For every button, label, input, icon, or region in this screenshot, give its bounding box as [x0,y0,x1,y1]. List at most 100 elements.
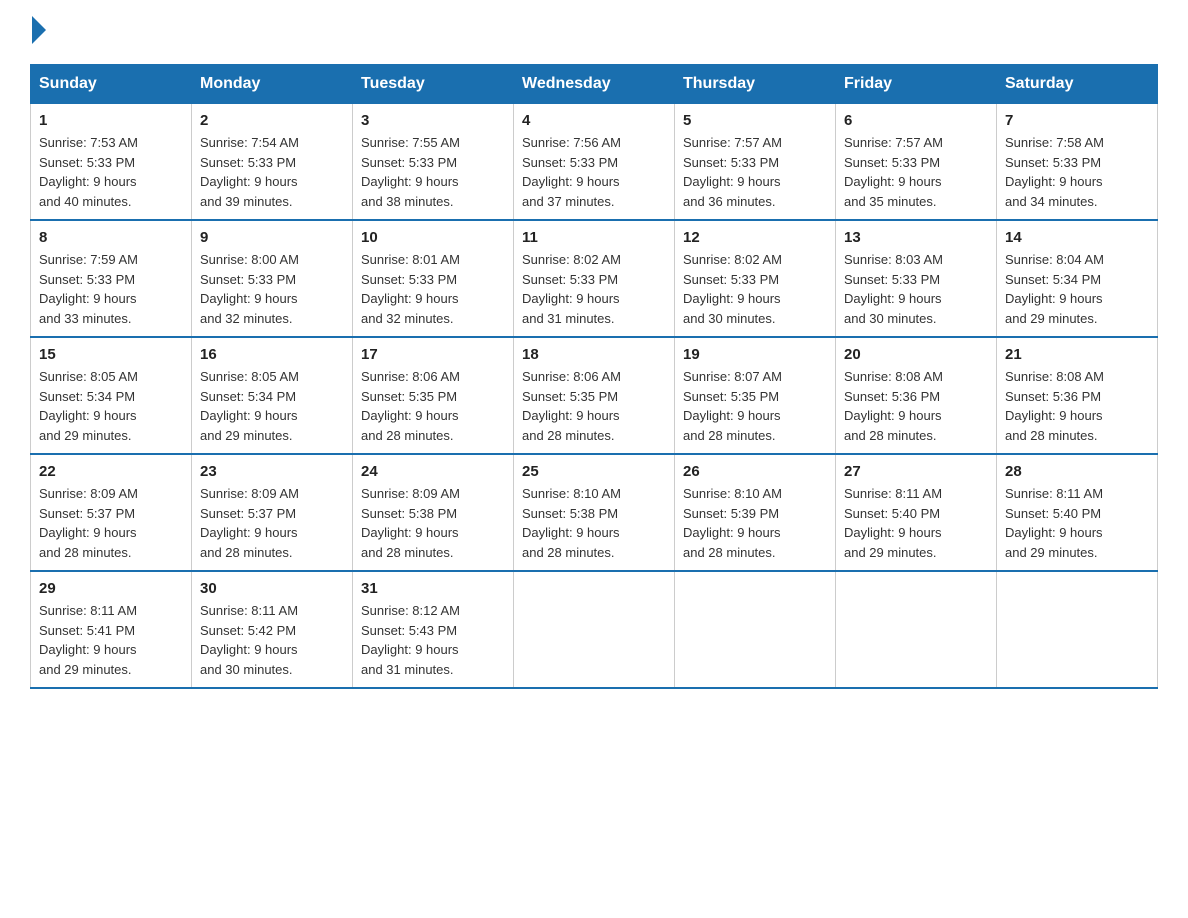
calendar-cell: 23 Sunrise: 8:09 AMSunset: 5:37 PMDayligh… [192,454,353,571]
calendar-cell: 4 Sunrise: 7:56 AMSunset: 5:33 PMDaylight… [514,104,675,221]
day-info: Sunrise: 8:10 AMSunset: 5:38 PMDaylight:… [522,484,666,562]
day-info: Sunrise: 8:02 AMSunset: 5:33 PMDaylight:… [522,250,666,328]
calendar-week-row: 22 Sunrise: 8:09 AMSunset: 5:37 PMDayligh… [31,454,1158,571]
day-info: Sunrise: 8:11 AMSunset: 5:40 PMDaylight:… [844,484,988,562]
calendar-cell: 3 Sunrise: 7:55 AMSunset: 5:33 PMDaylight… [353,104,514,221]
day-number: 21 [1005,346,1149,363]
calendar-cell: 2 Sunrise: 7:54 AMSunset: 5:33 PMDaylight… [192,104,353,221]
day-number: 25 [522,463,666,480]
calendar-cell: 17 Sunrise: 8:06 AMSunset: 5:35 PMDayligh… [353,337,514,454]
logo [30,20,48,44]
calendar-week-row: 29 Sunrise: 8:11 AMSunset: 5:41 PMDayligh… [31,571,1158,688]
calendar-cell: 9Sunrise: 8:00 AMSunset: 5:33 PMDaylight… [192,220,353,337]
calendar-cell: 16 Sunrise: 8:05 AMSunset: 5:34 PMDayligh… [192,337,353,454]
calendar-cell: 22Sunrise: 8:09 AMSunset: 5:37 PMDayligh… [31,454,192,571]
day-number: 15 [39,346,183,363]
day-number: 3 [361,112,505,129]
calendar-cell: 27 Sunrise: 8:11 AMSunset: 5:40 PMDayligh… [836,454,997,571]
day-number: 27 [844,463,988,480]
calendar-table: SundayMondayTuesdayWednesdayThursdayFrid… [30,64,1158,689]
day-info: Sunrise: 8:08 AMSunset: 5:36 PMDaylight:… [844,367,988,445]
day-info: Sunrise: 7:54 AMSunset: 5:33 PMDaylight:… [200,133,344,211]
day-number: 22 [39,463,183,480]
day-number: 2 [200,112,344,129]
weekday-header-row: SundayMondayTuesdayWednesdayThursdayFrid… [31,65,1158,104]
day-info: Sunrise: 8:09 AMSunset: 5:38 PMDaylight:… [361,484,505,562]
calendar-cell: 24 Sunrise: 8:09 AMSunset: 5:38 PMDayligh… [353,454,514,571]
calendar-cell: 31 Sunrise: 8:12 AMSunset: 5:43 PMDayligh… [353,571,514,688]
day-number: 19 [683,346,827,363]
calendar-week-row: 1 Sunrise: 7:53 AMSunset: 5:33 PMDaylight… [31,104,1158,221]
day-info: Sunrise: 7:56 AMSunset: 5:33 PMDaylight:… [522,133,666,211]
calendar-cell: 20 Sunrise: 8:08 AMSunset: 5:36 PMDayligh… [836,337,997,454]
weekday-header-friday: Friday [836,65,997,104]
calendar-cell: 13 Sunrise: 8:03 AMSunset: 5:33 PMDayligh… [836,220,997,337]
day-number: 17 [361,346,505,363]
weekday-header-wednesday: Wednesday [514,65,675,104]
calendar-cell: 26Sunrise: 8:10 AMSunset: 5:39 PMDayligh… [675,454,836,571]
day-number: 31 [361,580,505,597]
day-info: Sunrise: 8:04 AMSunset: 5:34 PMDaylight:… [1005,250,1149,328]
day-info: Sunrise: 7:55 AMSunset: 5:33 PMDaylight:… [361,133,505,211]
day-number: 10 [361,229,505,246]
calendar-cell: 19 Sunrise: 8:07 AMSunset: 5:35 PMDayligh… [675,337,836,454]
calendar-cell: 8Sunrise: 7:59 AMSunset: 5:33 PMDaylight… [31,220,192,337]
calendar-cell: 28 Sunrise: 8:11 AMSunset: 5:40 PMDayligh… [997,454,1158,571]
day-number: 4 [522,112,666,129]
day-info: Sunrise: 7:57 AMSunset: 5:33 PMDaylight:… [683,133,827,211]
calendar-cell: 10 Sunrise: 8:01 AMSunset: 5:33 PMDayligh… [353,220,514,337]
day-number: 1 [39,112,183,129]
calendar-cell: 15Sunrise: 8:05 AMSunset: 5:34 PMDayligh… [31,337,192,454]
weekday-header-saturday: Saturday [997,65,1158,104]
day-info: Sunrise: 8:07 AMSunset: 5:35 PMDaylight:… [683,367,827,445]
day-info: Sunrise: 8:03 AMSunset: 5:33 PMDaylight:… [844,250,988,328]
day-info: Sunrise: 8:10 AMSunset: 5:39 PMDaylight:… [683,484,827,562]
calendar-week-row: 8Sunrise: 7:59 AMSunset: 5:33 PMDaylight… [31,220,1158,337]
calendar-cell [997,571,1158,688]
weekday-header-thursday: Thursday [675,65,836,104]
day-info: Sunrise: 8:06 AMSunset: 5:35 PMDaylight:… [361,367,505,445]
day-number: 5 [683,112,827,129]
day-number: 20 [844,346,988,363]
day-info: Sunrise: 8:05 AMSunset: 5:34 PMDaylight:… [200,367,344,445]
day-number: 12 [683,229,827,246]
weekday-header-monday: Monday [192,65,353,104]
day-number: 30 [200,580,344,597]
day-number: 23 [200,463,344,480]
day-number: 7 [1005,112,1149,129]
calendar-cell: 1 Sunrise: 7:53 AMSunset: 5:33 PMDaylight… [31,104,192,221]
calendar-cell: 11 Sunrise: 8:02 AMSunset: 5:33 PMDayligh… [514,220,675,337]
calendar-cell: 25 Sunrise: 8:10 AMSunset: 5:38 PMDayligh… [514,454,675,571]
day-number: 16 [200,346,344,363]
day-number: 14 [1005,229,1149,246]
calendar-cell: 7Sunrise: 7:58 AMSunset: 5:33 PMDaylight… [997,104,1158,221]
calendar-cell [514,571,675,688]
day-number: 13 [844,229,988,246]
day-info: Sunrise: 8:09 AMSunset: 5:37 PMDaylight:… [200,484,344,562]
day-number: 24 [361,463,505,480]
day-info: Sunrise: 8:12 AMSunset: 5:43 PMDaylight:… [361,601,505,679]
day-number: 28 [1005,463,1149,480]
calendar-cell [675,571,836,688]
calendar-cell: 18 Sunrise: 8:06 AMSunset: 5:35 PMDayligh… [514,337,675,454]
day-info: Sunrise: 8:11 AMSunset: 5:42 PMDaylight:… [200,601,344,679]
calendar-cell [836,571,997,688]
calendar-cell: 21 Sunrise: 8:08 AMSunset: 5:36 PMDayligh… [997,337,1158,454]
day-info: Sunrise: 8:06 AMSunset: 5:35 PMDaylight:… [522,367,666,445]
calendar-cell: 14 Sunrise: 8:04 AMSunset: 5:34 PMDayligh… [997,220,1158,337]
day-info: Sunrise: 7:57 AMSunset: 5:33 PMDaylight:… [844,133,988,211]
calendar-week-row: 15 Sunrise: 8:05 AMSunset: 5:34 PMDayligh… [31,337,1158,454]
day-info: Sunrise: 8:08 AMSunset: 5:36 PMDaylight:… [1005,367,1149,445]
weekday-header-tuesday: Tuesday [353,65,514,104]
calendar-cell: 12Sunrise: 8:02 AMSunset: 5:33 PMDayligh… [675,220,836,337]
day-info: Sunrise: 7:53 AMSunset: 5:33 PMDaylight:… [39,133,183,211]
day-number: 18 [522,346,666,363]
weekday-header-sunday: Sunday [31,65,192,104]
day-info: Sunrise: 8:11 AMSunset: 5:41 PMDaylight:… [39,601,183,679]
day-info: Sunrise: 8:00 AMSunset: 5:33 PMDaylight:… [200,250,344,328]
calendar-cell: 6Sunrise: 7:57 AMSunset: 5:33 PMDaylight… [836,104,997,221]
day-info: Sunrise: 8:01 AMSunset: 5:33 PMDaylight:… [361,250,505,328]
day-number: 11 [522,229,666,246]
day-info: Sunrise: 8:11 AMSunset: 5:40 PMDaylight:… [1005,484,1149,562]
day-number: 29 [39,580,183,597]
